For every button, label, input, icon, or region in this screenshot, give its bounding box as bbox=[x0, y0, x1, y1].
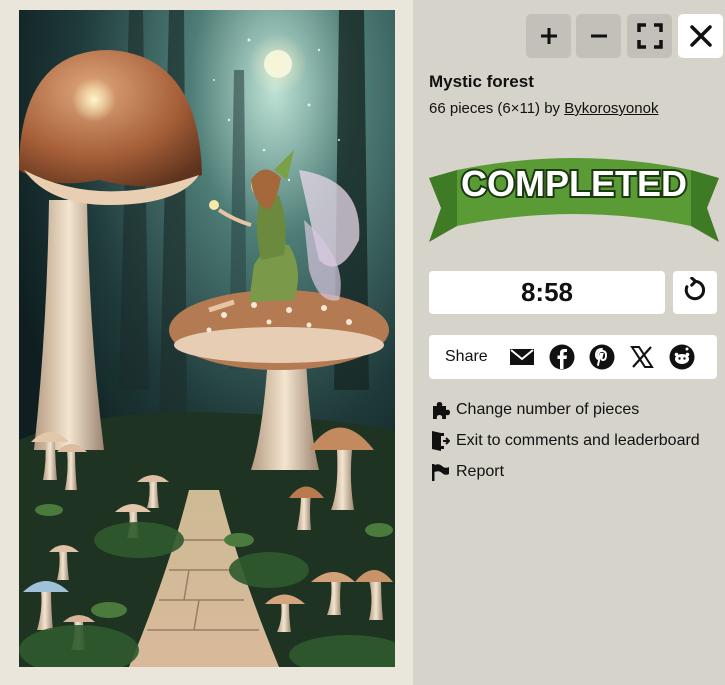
fullscreen-icon bbox=[636, 23, 663, 49]
mystic-forest-illustration bbox=[19, 10, 395, 667]
puzzle-area bbox=[0, 0, 413, 685]
change-pieces-link[interactable]: Change number of pieces bbox=[429, 399, 639, 421]
plus-icon bbox=[540, 27, 558, 45]
completed-text: COMPLETED bbox=[461, 163, 687, 204]
email-icon[interactable] bbox=[509, 344, 535, 370]
close-button[interactable] bbox=[678, 14, 723, 58]
timer-value: 8:58 bbox=[520, 277, 574, 307]
restart-button[interactable] bbox=[673, 271, 717, 314]
x-icon[interactable] bbox=[629, 344, 655, 370]
flag-icon bbox=[429, 461, 451, 483]
facebook-icon[interactable] bbox=[549, 344, 575, 370]
exit-to-comments-label: Exit to comments and leaderboard bbox=[456, 432, 700, 449]
side-panel: Mystic forest 66 pieces (6×11) by Bykoro… bbox=[413, 0, 725, 685]
report-link[interactable]: Report bbox=[429, 461, 504, 483]
pieces-text: 66 pieces (6×11) by bbox=[429, 100, 565, 117]
puzzle-info: 66 pieces (6×11) by Bykorosyonok bbox=[429, 100, 658, 117]
zoom-out-button[interactable] bbox=[576, 14, 621, 58]
completed-banner: COMPLETED bbox=[429, 148, 719, 244]
close-icon bbox=[689, 24, 713, 48]
minus-icon bbox=[590, 27, 608, 45]
puzzle-image bbox=[19, 10, 395, 667]
report-label: Report bbox=[456, 463, 505, 480]
share-label: Share bbox=[445, 348, 488, 365]
restart-icon bbox=[682, 276, 708, 308]
puzzle-title: Mystic forest bbox=[429, 72, 534, 91]
change-pieces-label: Change number of pieces bbox=[456, 401, 640, 418]
pinterest-icon[interactable] bbox=[589, 344, 615, 370]
share-bar: Share bbox=[429, 335, 717, 379]
reddit-icon[interactable] bbox=[669, 344, 695, 370]
author-link[interactable]: Bykorosyonok bbox=[564, 100, 658, 117]
timer-display: 8:58 bbox=[429, 271, 665, 314]
fullscreen-button[interactable] bbox=[627, 14, 672, 58]
zoom-in-button[interactable] bbox=[526, 14, 571, 58]
puzzle-piece-icon bbox=[429, 399, 451, 421]
exit-to-comments-link[interactable]: Exit to comments and leaderboard bbox=[429, 430, 700, 452]
exit-door-icon bbox=[429, 430, 451, 452]
